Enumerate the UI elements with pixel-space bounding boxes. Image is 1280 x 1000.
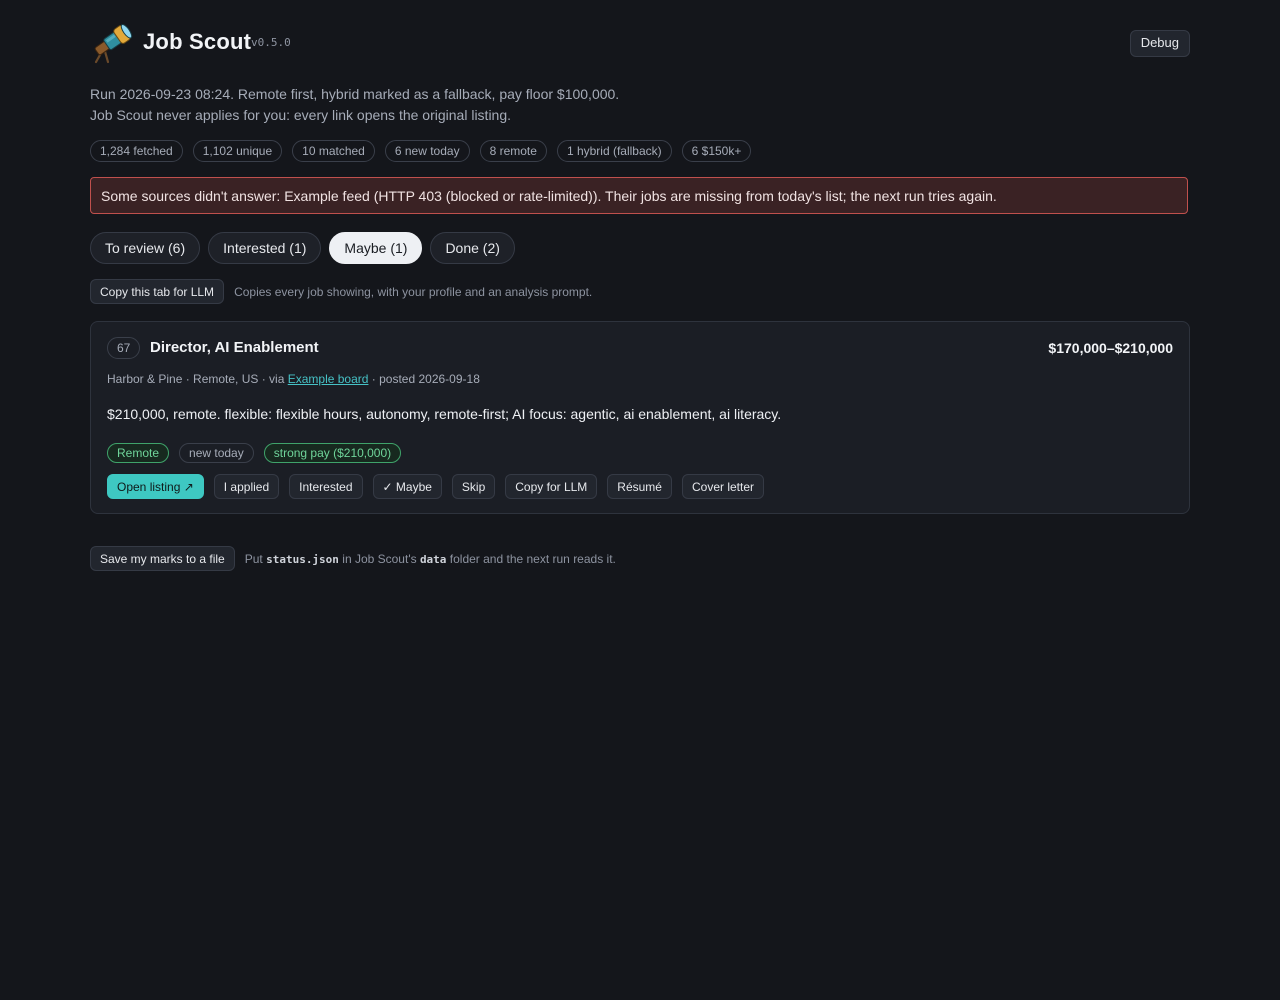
tab-maybe[interactable]: Maybe (1) xyxy=(329,232,423,264)
save-hint-text: in Job Scout's xyxy=(338,551,420,566)
run-info: Run 2026-09-23 08:24. Remote first, hybr… xyxy=(90,84,619,126)
tab-done[interactable]: Done (2) xyxy=(430,232,515,264)
tag-strong-pay: strong pay ($210,000) xyxy=(263,443,402,463)
data-folder-name: data xyxy=(419,552,447,566)
job-salary: $170,000–$210,000 xyxy=(1048,340,1173,356)
stat-pill: 8 remote xyxy=(479,140,547,162)
tab-to-review[interactable]: To review (6) xyxy=(90,232,201,264)
stat-pill: 10 matched xyxy=(292,140,375,162)
app-version: v0.5.0 xyxy=(251,36,291,49)
stat-pill: 1 hybrid (fallback) xyxy=(556,140,672,162)
tag-new-today: new today xyxy=(179,443,254,463)
source-error-alert: Some sources didn't answer: Example feed… xyxy=(90,177,1188,214)
disclaimer-line: Job Scout never applies for you: every l… xyxy=(90,107,512,123)
open-listing-button[interactable]: Open listing ↗ xyxy=(107,474,204,499)
job-source-link[interactable]: Example board xyxy=(288,372,369,386)
app-header: Job Scout v0.5.0 Debug xyxy=(90,22,1190,64)
save-marks-button[interactable]: Save my marks to a file xyxy=(90,546,235,571)
debug-button[interactable]: Debug xyxy=(1129,30,1190,57)
interested-button[interactable]: Interested xyxy=(289,474,363,499)
stat-pill: 6 new today xyxy=(384,140,470,162)
job-summary: $210,000, remote. flexible: flexible hou… xyxy=(107,406,782,422)
tab-interested[interactable]: Interested (1) xyxy=(208,232,322,264)
job-card: 67 Director, AI Enablement $170,000–$210… xyxy=(90,321,1190,514)
maybe-button[interactable]: ✓ Maybe xyxy=(372,474,442,499)
copy-tab-row: Copy this tab for LLM Copies every job s… xyxy=(90,279,592,304)
save-marks-row: Save my marks to a file Put status.json … xyxy=(90,546,616,571)
copy-tab-for-llm-button[interactable]: Copy this tab for LLM xyxy=(90,279,225,304)
status-tabs: To review (6) Interested (1) Maybe (1) D… xyxy=(90,232,515,264)
job-title: Director, AI Enablement xyxy=(150,339,319,356)
skip-button[interactable]: Skip xyxy=(451,474,496,499)
job-meta: Harbor & Pine · Remote, US · via Example… xyxy=(107,372,480,386)
app-title: Job Scout xyxy=(143,29,252,54)
job-company-location: Harbor & Pine · Remote, US · via xyxy=(107,372,288,386)
i-applied-button[interactable]: I applied xyxy=(213,474,280,499)
copy-tab-hint: Copies every job showing, with your prof… xyxy=(234,284,593,299)
match-score-badge: 67 xyxy=(107,337,141,359)
resume-button[interactable]: Résumé xyxy=(607,474,672,499)
job-tags: Remote new today strong pay ($210,000) xyxy=(107,443,402,463)
stats-row: 1,284 fetched 1,102 unique 10 matched 6 … xyxy=(90,140,752,162)
stat-pill: 1,284 fetched xyxy=(90,140,183,162)
save-hint-text: folder and the next run reads it. xyxy=(446,551,616,566)
stat-pill: 6 $150k+ xyxy=(681,140,752,162)
telescope-icon xyxy=(90,22,134,64)
copy-for-llm-button[interactable]: Copy for LLM xyxy=(505,474,598,499)
tag-remote: Remote xyxy=(107,443,170,463)
status-file-name: status.json xyxy=(266,552,339,566)
run-info-line: Run 2026-09-23 08:24. Remote first, hybr… xyxy=(90,86,620,102)
stat-pill: 1,102 unique xyxy=(192,140,283,162)
cover-letter-button[interactable]: Cover letter xyxy=(681,474,765,499)
job-actions: Open listing ↗ I applied Interested ✓ Ma… xyxy=(107,474,765,499)
save-hint: Put status.json in Job Scout's data fold… xyxy=(245,552,616,566)
save-hint-text: Put xyxy=(244,551,267,566)
job-posted-date: · posted 2026-09-18 xyxy=(368,372,480,386)
